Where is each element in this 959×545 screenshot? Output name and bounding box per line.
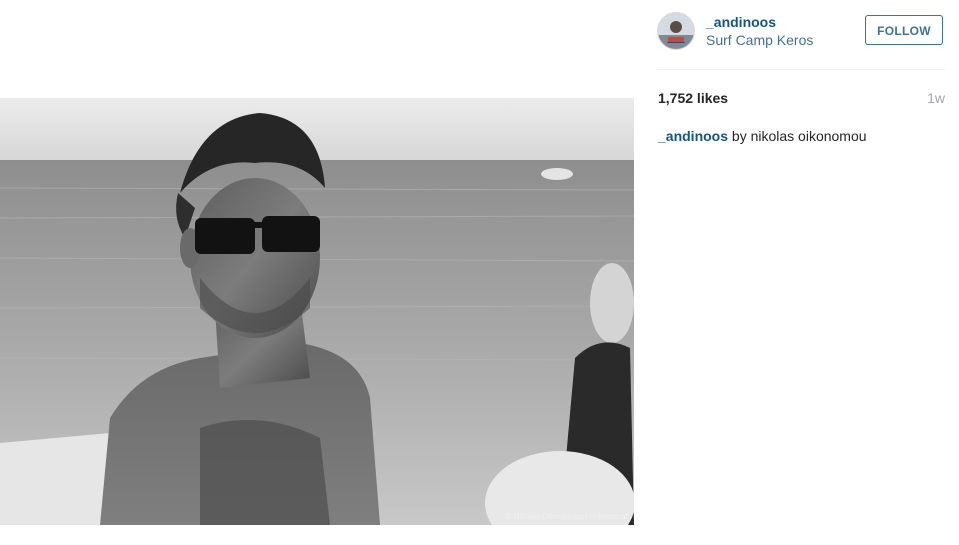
post-caption: _andinoos by nikolas oikonomou [658, 128, 867, 144]
follow-button[interactable]: FOLLOW [865, 15, 943, 45]
username-link[interactable]: _andinoos [706, 14, 776, 30]
instagram-post-page: © Nikolas Oikonomou | nophoto.gr _andino… [0, 0, 959, 545]
photo-image: © Nikolas Oikonomou | nophoto.gr [0, 98, 634, 525]
post-header: _andinoos Surf Camp Keros FOLLOW [657, 11, 945, 70]
location-link[interactable]: Surf Camp Keros [706, 32, 813, 48]
caption-text: by nikolas oikonomou [728, 128, 867, 144]
caption-username-link[interactable]: _andinoos [658, 128, 728, 144]
avatar-image [658, 13, 694, 49]
post-timestamp[interactable]: 1w [927, 90, 945, 106]
photo-watermark: © Nikolas Oikonomou | nophoto.gr [506, 512, 629, 521]
likes-count[interactable]: 1,752 likes [658, 90, 728, 106]
post-photo[interactable]: © Nikolas Oikonomou | nophoto.gr [0, 98, 634, 525]
avatar[interactable] [657, 12, 695, 50]
post-info-panel: _andinoos Surf Camp Keros FOLLOW 1,752 l… [657, 0, 945, 545]
